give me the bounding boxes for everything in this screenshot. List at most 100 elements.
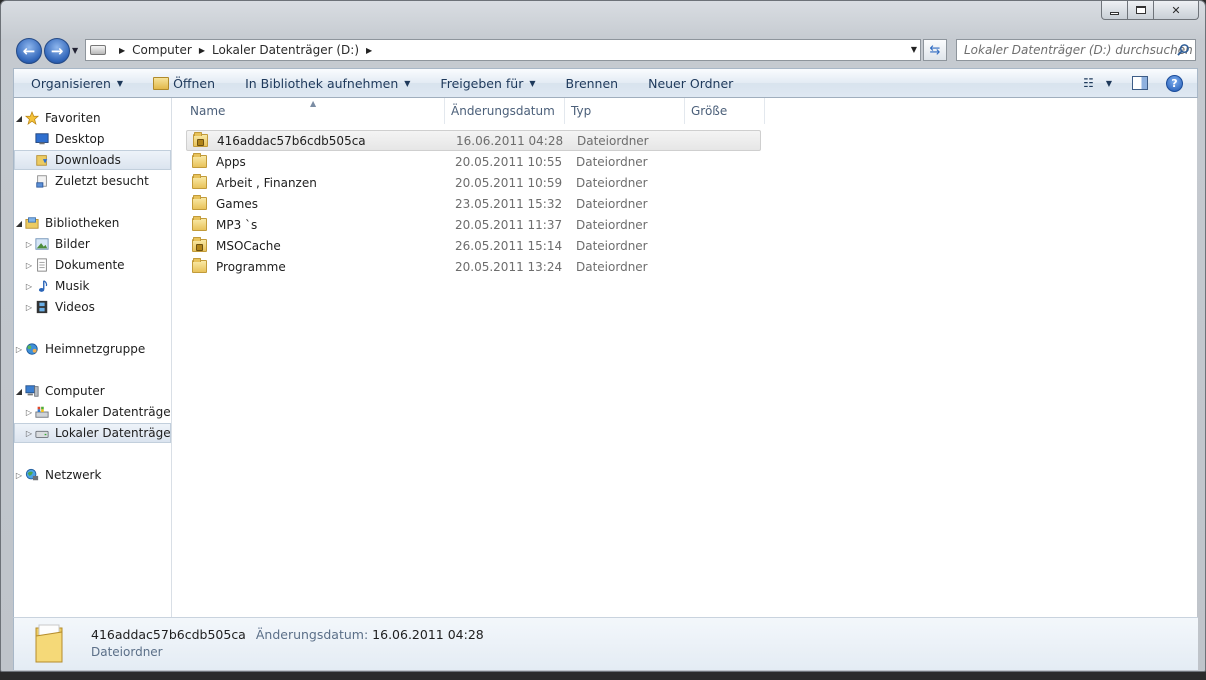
file-name: MSOCache (216, 238, 281, 253)
breadcrumb-separator-icon[interactable]: ▶ (119, 46, 125, 55)
sidebar-item-pictures[interactable]: ▷ Bilder (14, 234, 171, 254)
sidebar-item-drive-c[interactable]: ▷ Lokaler Datenträger (14, 402, 171, 422)
file-date: 23.05.2011 15:32 (455, 196, 563, 211)
open-button[interactable]: Öffnen (138, 71, 230, 95)
sidebar-item-label: Musik (55, 279, 90, 293)
minimize-button[interactable] (1101, 1, 1128, 20)
collapsed-triangle-icon[interactable]: ▷ (24, 261, 34, 270)
documents-icon (37, 258, 47, 272)
sidebar-item-downloads[interactable]: Downloads (14, 150, 171, 170)
column-header-name[interactable]: Name (184, 98, 445, 124)
drive-icon (35, 430, 49, 438)
expanded-triangle-icon[interactable]: ◢ (14, 114, 24, 123)
breadcrumb-drive-d[interactable]: Lokaler Datenträger (D:) (212, 43, 359, 57)
details-pane: 416addac57b6cdb505ca Änderungsdatum: 16.… (13, 617, 1198, 670)
sidebar-item-libraries[interactable]: ◢ Bibliotheken (14, 213, 171, 233)
collapsed-triangle-icon[interactable]: ▷ (24, 282, 34, 291)
breadcrumb-computer[interactable]: Computer (132, 43, 192, 57)
column-label: Typ (571, 104, 592, 118)
back-button[interactable]: ← (16, 38, 42, 64)
large-folder-icon (35, 624, 63, 663)
column-header-date[interactable]: Änderungsdatum (445, 98, 565, 124)
file-type: Dateiordner (576, 196, 648, 211)
folder-icon (192, 174, 207, 189)
collapsed-triangle-icon[interactable]: ▷ (24, 303, 34, 312)
collapsed-triangle-icon[interactable]: ▷ (24, 408, 34, 417)
column-header-type[interactable]: Typ (565, 98, 685, 124)
sidebar-item-homegroup[interactable]: ▷ Heimnetzgruppe (14, 339, 171, 359)
sidebar-item-favorites[interactable]: ◢ Favoriten (14, 108, 171, 128)
preview-pane-toggle-icon[interactable] (1132, 76, 1148, 90)
table-row[interactable]: MSOCache 26.05.2011 15:14 Dateiordner (186, 235, 761, 256)
file-date: 20.05.2011 10:59 (455, 175, 563, 190)
folder-icon (192, 216, 207, 231)
table-row[interactable]: Games 23.05.2011 15:32 Dateiordner (186, 193, 761, 214)
expanded-triangle-icon[interactable]: ◢ (14, 219, 24, 228)
sidebar-item-label: Zuletzt besucht (55, 174, 149, 188)
address-bar[interactable]: ▶ Computer ▶ Lokaler Datenträger (D:) ▶ … (85, 39, 921, 61)
arrow-left-icon: ← (22, 42, 36, 60)
search-input[interactable]: Lokaler Datenträger (D:) durchsuchen (956, 39, 1196, 61)
file-type: Dateiordner (576, 217, 648, 232)
table-row[interactable]: Apps 20.05.2011 10:55 Dateiordner (186, 151, 761, 172)
file-date: 20.05.2011 11:37 (455, 217, 563, 232)
change-view-button[interactable]: ☷ ▼ (1077, 76, 1118, 90)
command-bar-right: ☷ ▼ ? (1077, 69, 1197, 97)
include-in-library-menu[interactable]: In Bibliothek aufnehmen ▼ (230, 71, 425, 95)
homegroup-icon (26, 343, 38, 355)
sidebar-item-network[interactable]: ▷ Netzwerk (14, 465, 171, 485)
sidebar-item-desktop[interactable]: Desktop (14, 129, 171, 149)
open-folder-icon (153, 76, 170, 90)
file-type: Dateiordner (576, 175, 648, 190)
sidebar-item-drive-d[interactable]: ▷ Lokaler Datenträger (14, 423, 171, 443)
forward-button[interactable]: → (44, 38, 70, 64)
organize-menu[interactable]: Organisieren ▼ (14, 71, 138, 95)
refresh-icon: ⇆ (929, 42, 941, 58)
selected-item-name: 416addac57b6cdb505ca (91, 627, 246, 642)
burn-button[interactable]: Brennen (551, 71, 634, 95)
search-icon[interactable] (1177, 43, 1190, 56)
address-history-dropdown[interactable]: ▼ (911, 45, 917, 54)
column-label: Größe (691, 104, 728, 118)
share-with-menu[interactable]: Freigeben für ▼ (425, 71, 550, 95)
close-icon: ✕ (1171, 3, 1181, 17)
collapsed-triangle-icon[interactable]: ▷ (24, 240, 34, 249)
sidebar-item-recent[interactable]: Zuletzt besucht (14, 171, 171, 191)
table-row[interactable]: Arbeit , Finanzen 20.05.2011 10:59 Datei… (186, 172, 761, 193)
new-folder-button[interactable]: Neuer Ordner (633, 71, 748, 95)
help-icon[interactable]: ? (1166, 74, 1183, 92)
breadcrumb-separator-icon[interactable]: ▶ (366, 46, 372, 55)
computer-icon (25, 385, 39, 397)
file-list: ▲ Name Änderungsdatum Typ Größe 416addac… (172, 98, 1197, 617)
sidebar-item-music[interactable]: ▷ Musik (14, 276, 171, 296)
maximize-button[interactable] (1128, 1, 1154, 20)
file-name: 416addac57b6cdb505ca (217, 133, 366, 148)
collapsed-triangle-icon[interactable]: ▷ (14, 345, 24, 354)
file-type: Dateiordner (576, 238, 648, 253)
locked-folder-icon (193, 132, 208, 147)
file-name: Apps (216, 154, 246, 169)
sidebar-item-videos[interactable]: ▷ Videos (14, 297, 171, 317)
file-date: 26.05.2011 15:14 (455, 238, 563, 253)
collapsed-triangle-icon[interactable]: ▷ (24, 429, 34, 438)
file-date: 20.05.2011 10:55 (455, 154, 563, 169)
table-row[interactable]: Programme 20.05.2011 13:24 Dateiordner (186, 256, 761, 277)
collapsed-triangle-icon[interactable]: ▷ (14, 471, 24, 480)
table-row[interactable]: 416addac57b6cdb505ca 16.06.2011 04:28 Da… (186, 130, 761, 151)
selected-item-summary: 416addac57b6cdb505ca Änderungsdatum: 16.… (91, 627, 484, 642)
refresh-button[interactable]: ⇆ (923, 39, 947, 61)
close-button[interactable]: ✕ (1154, 1, 1199, 20)
chevron-down-icon[interactable]: ▼ (1106, 79, 1112, 88)
recent-pages-dropdown[interactable]: ▼ (72, 46, 78, 55)
sidebar-item-label: Bilder (55, 237, 90, 251)
file-type: Dateiordner (576, 154, 648, 169)
expanded-triangle-icon[interactable]: ◢ (14, 387, 24, 396)
breadcrumb-separator-icon[interactable]: ▶ (199, 46, 205, 55)
file-name: MP3 `s (216, 217, 258, 232)
column-header-size[interactable]: Größe (685, 98, 765, 124)
column-label: Änderungsdatum (451, 104, 555, 118)
sidebar-item-label: Dokumente (55, 258, 125, 272)
sidebar-item-documents[interactable]: ▷ Dokumente (14, 255, 171, 275)
table-row[interactable]: MP3 `s 20.05.2011 11:37 Dateiordner (186, 214, 761, 235)
sidebar-item-computer[interactable]: ◢ Computer (14, 381, 171, 401)
